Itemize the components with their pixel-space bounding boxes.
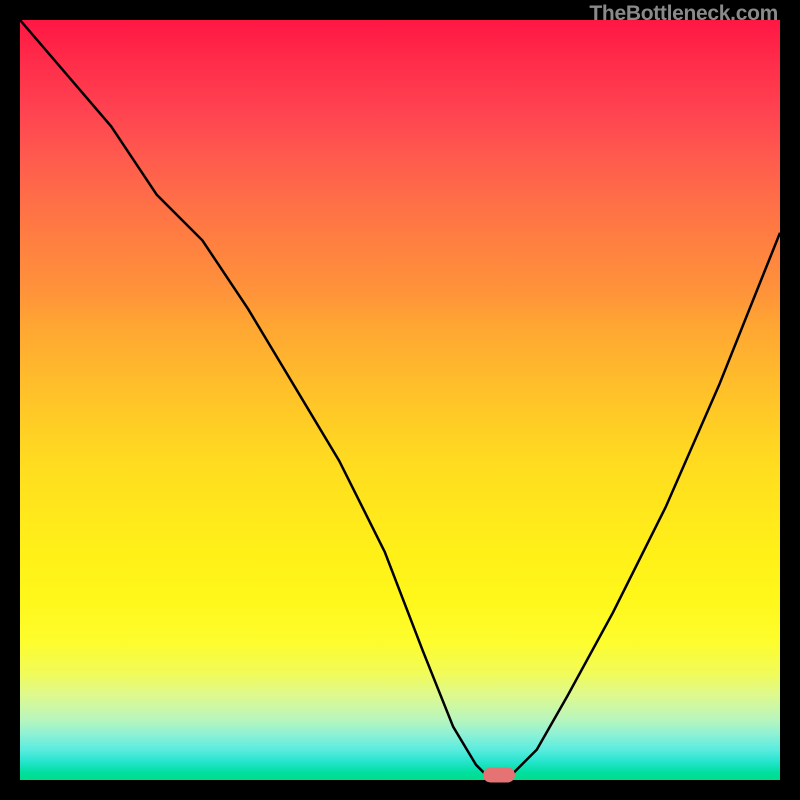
chart-container: TheBottleneck.com [0,0,800,800]
optimal-marker [483,767,515,782]
curve-path [20,20,780,780]
watermark-label: TheBottleneck.com [589,2,778,26]
plot-area [20,20,780,780]
bottleneck-curve [20,20,780,780]
